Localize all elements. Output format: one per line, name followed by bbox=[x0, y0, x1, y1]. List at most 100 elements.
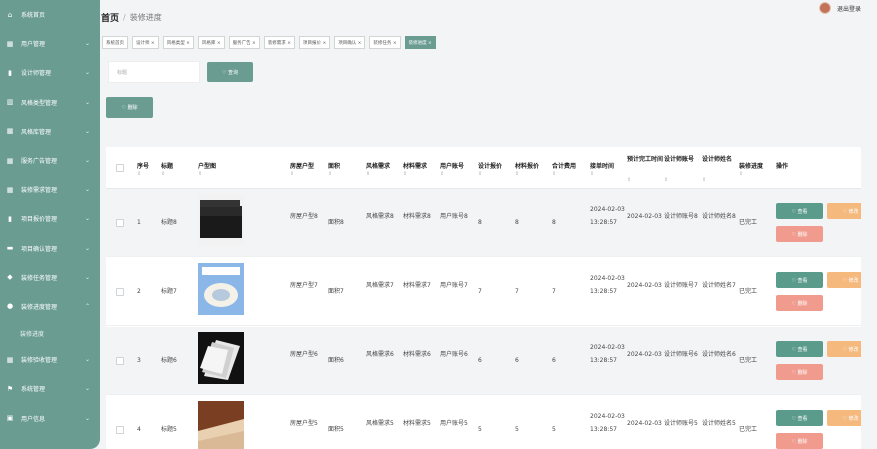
cell-style: 风格需求6 bbox=[366, 351, 394, 358]
tab-1[interactable]: 设计师 × bbox=[132, 36, 159, 49]
tab-0[interactable]: 系统首页 bbox=[102, 36, 128, 49]
column-header[interactable]: 预计完工时间 bbox=[627, 153, 663, 166]
column-header[interactable]: 装修进度 bbox=[739, 160, 775, 173]
row-checkbox[interactable] bbox=[116, 219, 124, 227]
sort-icon[interactable]: ⇕ bbox=[290, 171, 294, 177]
sidebar-subitem-progress[interactable]: 装修进度 bbox=[0, 321, 100, 345]
search-button[interactable]: ♡ 查询 bbox=[207, 62, 253, 82]
sort-icon[interactable]: ⇕ bbox=[702, 177, 706, 183]
column-header[interactable]: 标题 bbox=[161, 160, 196, 173]
sidebar-item-b2[interactable]: ▣ 用户信息 ⌄ bbox=[0, 403, 100, 432]
sidebar-item-2[interactable]: ▮ 设计师管理 ⌄ bbox=[0, 58, 100, 87]
view-button[interactable]: ♡ 查看 bbox=[776, 341, 823, 357]
view-button[interactable]: ♡ 查看 bbox=[776, 272, 823, 288]
sidebar-item-b1[interactable]: ⚑ 系统管理 ⌄ bbox=[0, 374, 100, 403]
column-header[interactable]: 户型图 bbox=[198, 160, 238, 173]
sort-icon[interactable]: ⇕ bbox=[552, 171, 556, 177]
sort-icon[interactable]: ⇕ bbox=[403, 171, 407, 177]
tab-4[interactable]: 服务广告 × bbox=[228, 36, 260, 49]
sort-icon[interactable]: ⇕ bbox=[161, 171, 165, 177]
sidebar-item-1[interactable]: ▦ 用户管理 ⌄ bbox=[0, 29, 100, 58]
delete-button[interactable]: ♡ 删除 bbox=[776, 226, 823, 242]
cell-design-quote: 6 bbox=[478, 357, 482, 364]
cell-material: 材料需求6 bbox=[403, 351, 431, 358]
cell-title: 标题8 bbox=[161, 219, 177, 226]
delete-button[interactable]: ♡ 删除 bbox=[776, 433, 823, 449]
breadcrumb-home[interactable]: 首页 bbox=[101, 11, 119, 24]
column-header[interactable]: 房屋户型 bbox=[290, 160, 326, 173]
user-menu[interactable]: 退出登录 bbox=[818, 2, 861, 14]
top-bar: 首页 / 装修进度 bbox=[100, 0, 877, 34]
delete-button[interactable]: ♡ 删除 bbox=[776, 364, 823, 380]
sort-icon[interactable]: ⇕ bbox=[198, 171, 202, 177]
sidebar-item-6[interactable]: ▦ 装修需求管理 ⌄ bbox=[0, 175, 100, 204]
row-checkbox[interactable] bbox=[116, 288, 124, 296]
sidebar-item-3[interactable]: ▥ 风格类型管理 ⌄ bbox=[0, 88, 100, 117]
sidebar-item-0[interactable]: ⌂ 系统首页 bbox=[0, 0, 100, 29]
tab-3[interactable]: 风格库 × bbox=[197, 36, 225, 49]
sort-icon[interactable]: ⇕ bbox=[328, 171, 332, 177]
column-header[interactable]: 设计报价 bbox=[478, 160, 514, 173]
sidebar-item-5[interactable]: ▦ 服务广告管理 ⌄ bbox=[0, 146, 100, 175]
select-all-checkbox[interactable] bbox=[116, 164, 124, 172]
sort-icon[interactable]: ⇕ bbox=[627, 177, 631, 183]
cell-material-quote: 8 bbox=[515, 219, 519, 226]
column-header[interactable]: 材料需求 bbox=[403, 160, 439, 173]
column-header[interactable]: 合计费用 bbox=[552, 160, 588, 173]
sort-icon[interactable]: ⇕ bbox=[137, 171, 141, 177]
edit-button[interactable]: ♡ 修改 bbox=[827, 410, 861, 426]
sort-icon[interactable]: ⇕ bbox=[515, 171, 519, 177]
column-header[interactable]: 风格需求 bbox=[366, 160, 402, 173]
tab-9[interactable]: 装修进度 × bbox=[404, 36, 436, 49]
view-button[interactable]: ♡ 查看 bbox=[776, 410, 823, 426]
sidebar-item-9[interactable]: ◆ 装修任务管理 ⌄ bbox=[0, 263, 100, 292]
sidebar-item-4[interactable]: ▦ 风格库管理 ⌄ bbox=[0, 117, 100, 146]
edit-button[interactable]: ♡ 修改 bbox=[827, 272, 861, 288]
breadcrumb-current: 装修进度 bbox=[129, 12, 162, 22]
column-header[interactable]: 用户账号 bbox=[440, 160, 476, 173]
tab-2[interactable]: 风格类型 × bbox=[162, 36, 194, 49]
sidebar-item-b0[interactable]: ▦ 装修验收管理 ⌄ bbox=[0, 345, 100, 374]
sidebar-item-8[interactable]: ▬ 项目确认管理 ⌄ bbox=[0, 234, 100, 263]
sort-icon[interactable]: ⇕ bbox=[590, 171, 594, 177]
column-header[interactable]: 材料报价 bbox=[515, 160, 551, 173]
sort-icon[interactable]: ⇕ bbox=[664, 177, 668, 183]
batch-delete-button[interactable]: ♡ 删除 bbox=[106, 97, 153, 118]
edit-button[interactable]: ♡ 修改 bbox=[827, 203, 861, 219]
row-checkbox[interactable] bbox=[116, 426, 124, 434]
column-header[interactable]: 接单时间 bbox=[590, 160, 626, 173]
view-button[interactable]: ♡ 查看 bbox=[776, 203, 823, 219]
search-input[interactable]: 标题 bbox=[108, 61, 200, 83]
column-header[interactable]: 设计师账号 bbox=[664, 153, 700, 166]
tab-5[interactable]: 装修需求 × bbox=[263, 36, 296, 49]
home-icon: ⌂ bbox=[7, 10, 13, 19]
sidebar-item-label: 装修需求管理 bbox=[21, 187, 58, 195]
cell-designer-acct: 设计师账号5 bbox=[664, 420, 698, 427]
sidebar-item-7[interactable]: ▮ 项目报价管理 ⌄ bbox=[0, 204, 100, 233]
cell-account: 用户账号7 bbox=[440, 282, 468, 289]
delete-button[interactable]: ♡ 删除 bbox=[776, 295, 823, 311]
column-header[interactable]: 设计师姓名 bbox=[702, 153, 738, 166]
row-checkbox[interactable] bbox=[116, 357, 124, 365]
grid-icon: ▦ bbox=[6, 185, 14, 194]
table-row: 4 标题5 房屋户型5 面积5 风格需求5 材料需求5 用户账号5 5 5 5 2024-02-03… bbox=[106, 396, 861, 449]
chevron-down-icon: ⌄ bbox=[84, 385, 90, 393]
main-area: 首页 / 装修进度 退出登录 系统首页 设计师 × 风格类型 × 风格库 × 服务广告 … bbox=[100, 0, 877, 449]
tab-8[interactable]: 装修任务 × bbox=[369, 36, 401, 49]
sort-icon[interactable]: ⇕ bbox=[440, 171, 444, 177]
tab-7[interactable]: 项目确认 × bbox=[334, 36, 366, 49]
logout-link[interactable]: 退出登录 bbox=[837, 4, 861, 13]
column-header[interactable]: 面积 bbox=[328, 160, 364, 173]
cell-house: 房屋户型6 bbox=[290, 351, 318, 358]
cell-progress: 已完工 bbox=[739, 357, 758, 364]
tab-6[interactable]: 项目报价 × bbox=[299, 36, 331, 49]
sidebar-item-10[interactable]: ● 装修进度管理 ⌃ bbox=[0, 292, 100, 321]
edit-button[interactable]: ♡ 修改 bbox=[827, 341, 861, 357]
avatar[interactable] bbox=[818, 2, 831, 14]
cell-accept-time: 2024-02-03 13:28:57 bbox=[590, 344, 625, 364]
sort-icon[interactable]: ⇕ bbox=[739, 171, 743, 177]
chevron-down-icon: ⌄ bbox=[84, 69, 90, 77]
sort-icon[interactable]: ⇕ bbox=[366, 171, 370, 177]
sort-icon[interactable]: ⇕ bbox=[478, 171, 482, 177]
sidebar-item-label: 用户信息 bbox=[21, 415, 46, 423]
